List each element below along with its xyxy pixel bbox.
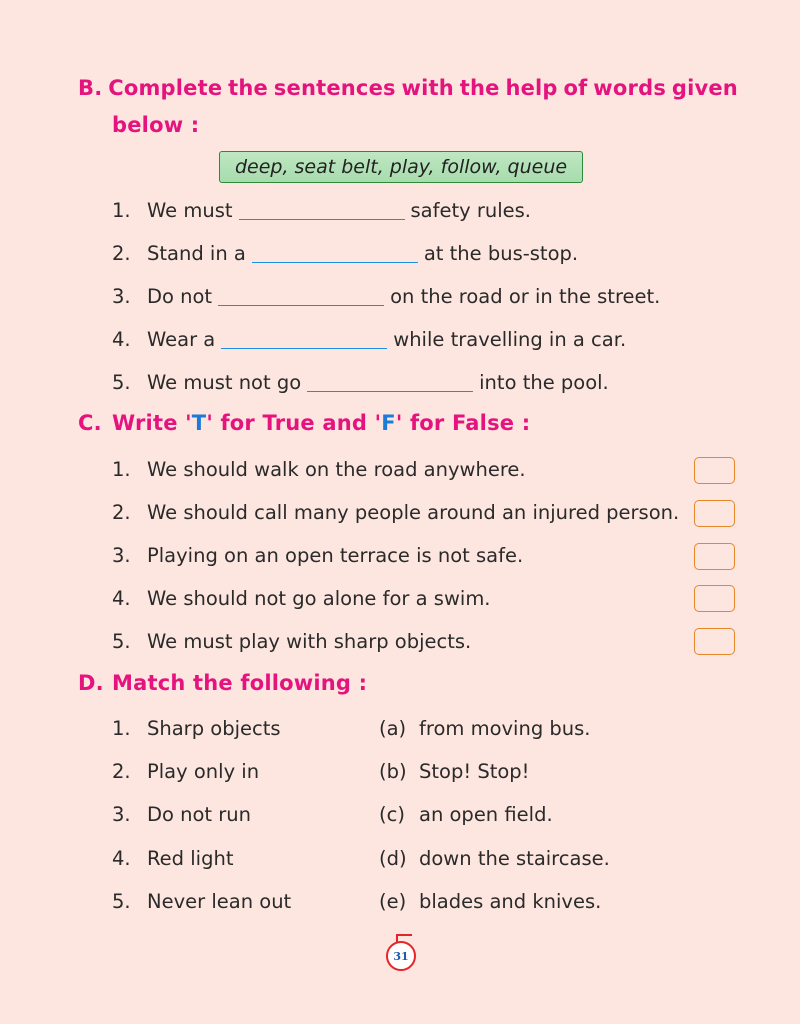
- match-left-item: 1. Sharp objects: [112, 716, 281, 740]
- answer-box[interactable]: [694, 500, 735, 527]
- match-left-item: 2. Play only in: [112, 759, 260, 783]
- true-false-item: 2. We should call many people around an …: [112, 500, 680, 524]
- match-right-item: (e) blades and knives.: [379, 889, 602, 913]
- answer-box[interactable]: [694, 628, 735, 655]
- answer-blank[interactable]: [221, 330, 388, 349]
- true-false-item: 5. We must play with sharp objects.: [112, 629, 472, 653]
- section-b-letter: B.: [78, 76, 103, 100]
- true-false-item: 1. We should walk on the road anywhere.: [112, 457, 526, 481]
- answer-blank[interactable]: [251, 244, 418, 263]
- answer-blank[interactable]: [307, 373, 474, 392]
- page-number: 31: [386, 941, 416, 971]
- worksheet-page: B. Complete the sentences with the help …: [0, 0, 800, 1024]
- match-right-item: (c) an open field.: [379, 802, 553, 826]
- fill-blank-item: 2. Stand in a at the bus-stop.: [112, 241, 579, 265]
- match-left-item: 3. Do not run: [112, 802, 252, 826]
- fill-blank-item: 3. Do not on the road or in the street.: [112, 284, 661, 308]
- answer-box[interactable]: [694, 457, 735, 484]
- match-right-item: (b) Stop! Stop!: [379, 759, 530, 783]
- answer-blank[interactable]: [238, 201, 405, 220]
- match-right-item: (a) from moving bus.: [379, 716, 591, 740]
- section-c-letter: C.: [78, 411, 102, 435]
- section-b-heading: B. Complete the sentences with the help …: [78, 70, 738, 144]
- true-false-item: 4. We should not go alone for a swim.: [112, 586, 491, 610]
- answer-box[interactable]: [694, 585, 735, 612]
- section-b-title-line1: B. Complete the sentences with the help …: [78, 70, 738, 107]
- section-c-heading: C. Write 'T' for True and 'F' for False :: [78, 411, 531, 435]
- fill-blank-item: 4. Wear a while travelling in a car.: [112, 327, 627, 351]
- fill-blank-item: 5. We must not go into the pool.: [112, 370, 609, 394]
- match-left-item: 5. Never lean out: [112, 889, 292, 913]
- true-false-item: 3. Playing on an open terrace is not saf…: [112, 543, 524, 567]
- answer-blank[interactable]: [218, 287, 385, 306]
- word-bank-box: deep, seat belt, play, follow, queue: [219, 151, 583, 183]
- section-d-letter: D.: [78, 671, 104, 695]
- fill-blank-item: 1. We must safety rules.: [112, 198, 532, 222]
- section-b-title-line2: below :: [112, 113, 200, 137]
- match-left-item: 4. Red light: [112, 846, 234, 870]
- section-d-heading: D. Match the following :: [78, 671, 368, 695]
- answer-box[interactable]: [694, 543, 735, 570]
- match-right-item: (d) down the staircase.: [379, 846, 610, 870]
